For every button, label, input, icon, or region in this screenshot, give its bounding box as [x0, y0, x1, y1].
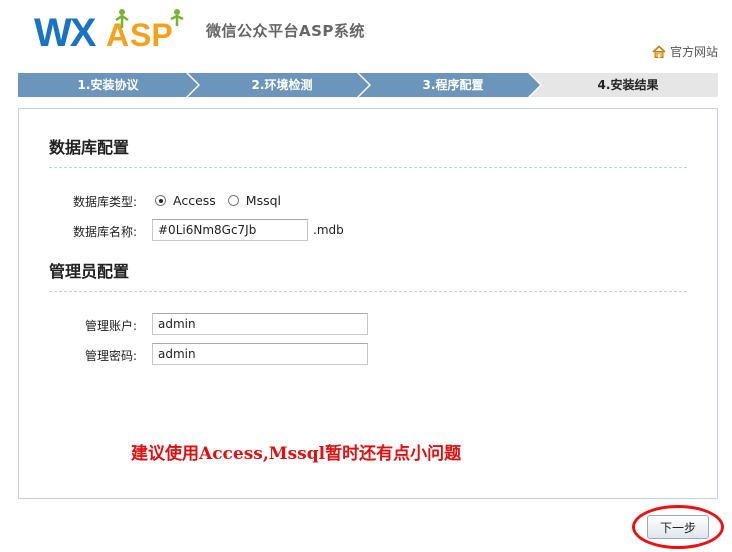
db-name-label: 数据库名称: [72, 225, 137, 239]
db-type-radio-group: Access Mssql [155, 193, 293, 208]
db-section-divider [49, 167, 687, 168]
next-step-button[interactable]: 下一步 [647, 515, 709, 539]
page-header: WX A SP 微信公众平台ASP系统 官方网站 [0, 0, 732, 68]
config-panel: 数据库配置 数据库类型: Access Mssql 数据库名称: .mdb 管理… [18, 108, 718, 499]
db-type-access-label[interactable]: Access [173, 193, 216, 208]
admin-password-input[interactable] [152, 343, 368, 365]
official-site-label: 官方网站 [669, 45, 718, 59]
official-site-link[interactable]: 官方网站 [652, 43, 718, 60]
db-config-title: 数据库配置 [49, 138, 130, 157]
svg-text:SP: SP [130, 17, 173, 53]
home-icon [652, 45, 666, 58]
db-type-access-radio[interactable] [155, 195, 166, 206]
step-install-agreement: 1.安装协议 [77, 78, 139, 92]
db-recommendation-notice: 建议使用Access,Mssql暂时还有点小问题 [131, 444, 462, 464]
install-steps: 1.安装协议 2.环境检测 3.程序配置 4.安装结果 [18, 73, 718, 97]
admin-account-input[interactable] [152, 313, 368, 335]
db-name-input[interactable] [152, 219, 308, 241]
step-env-check: 2.环境检测 [251, 78, 313, 92]
admin-config-title: 管理员配置 [49, 262, 130, 281]
step-program-config: 3.程序配置 [422, 78, 484, 92]
admin-account-label: 管理账户: [84, 319, 137, 333]
svg-text:A: A [106, 17, 129, 53]
db-type-label: 数据库类型: [72, 195, 137, 209]
step-install-result: 4.安装结果 [597, 78, 659, 92]
admin-section-divider [49, 291, 687, 292]
db-type-mssql-radio[interactable] [227, 195, 239, 206]
wxasp-logo: WX A SP [34, 9, 184, 54]
next-button-area: 下一步 [632, 505, 724, 549]
app-title: 微信公众平台ASP系统 [206, 22, 365, 40]
db-name-suffix: .mdb [313, 223, 344, 237]
admin-password-label: 管理密码: [84, 349, 137, 363]
db-type-mssql-label[interactable]: Mssql [246, 193, 281, 208]
svg-text:WX: WX [34, 11, 97, 54]
